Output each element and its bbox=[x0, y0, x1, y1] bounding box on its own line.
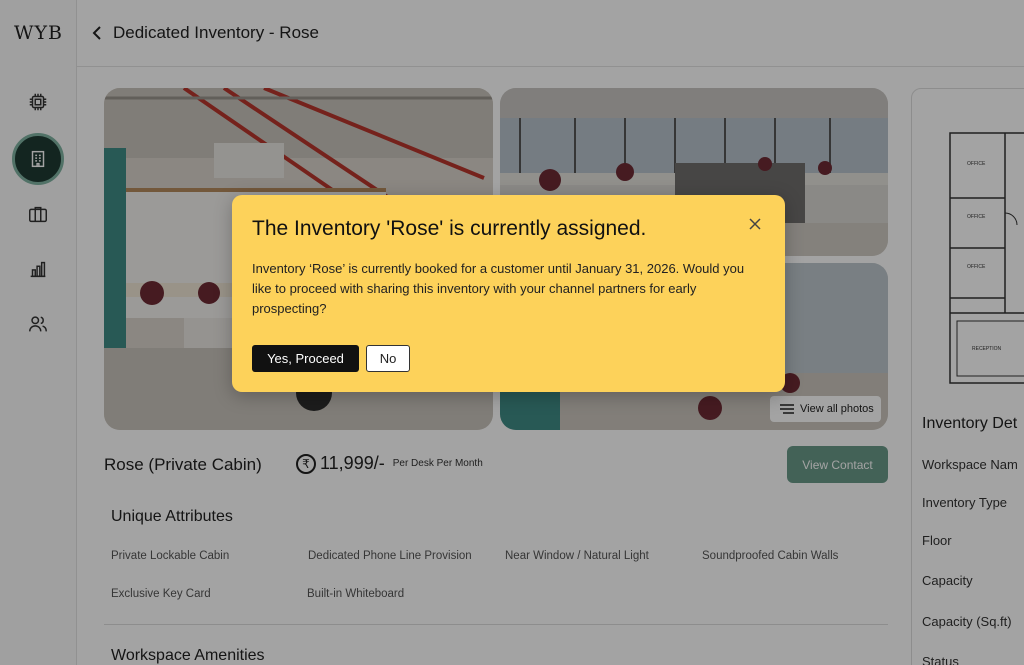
dialog-message: Inventory ‘Rose’ is currently booked for… bbox=[252, 261, 745, 316]
no-button[interactable]: No bbox=[366, 345, 410, 372]
close-icon bbox=[749, 218, 761, 230]
app-root: WYB Dedicated Inventory - Rose View all … bbox=[0, 0, 1024, 665]
dialog-title: The Inventory 'Rose' is currently assign… bbox=[252, 217, 647, 240]
yes-proceed-button[interactable]: Yes, Proceed bbox=[252, 345, 359, 372]
assignment-confirm-dialog: The Inventory 'Rose' is currently assign… bbox=[232, 195, 785, 392]
close-button[interactable] bbox=[746, 215, 764, 233]
